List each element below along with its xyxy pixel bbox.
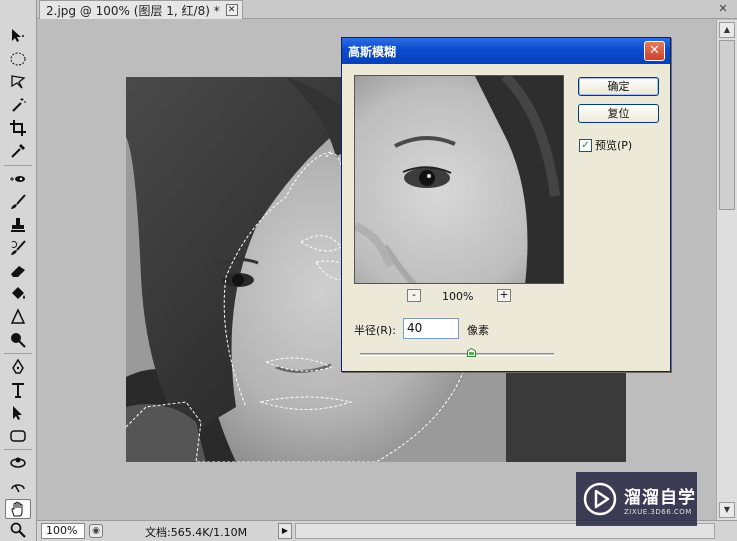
radius-slider-thumb[interactable] — [467, 348, 476, 357]
hand-tool-icon[interactable] — [5, 499, 31, 519]
lasso-tool-icon[interactable] — [5, 72, 31, 92]
eraser-tool-icon[interactable] — [5, 261, 31, 281]
play-logo-icon — [583, 482, 617, 516]
reset-button[interactable]: 复位 — [578, 104, 659, 123]
gaussian-blur-dialog: 高斯模糊 ✕ 确定 复位 ✓ 预览(P) - 100% + 半径(R): 40 … — [341, 37, 671, 372]
magic-wand-tool-icon[interactable] — [5, 95, 31, 115]
preview-zoom-percent: 100% — [442, 290, 474, 303]
blur-preview-image[interactable] — [354, 75, 564, 284]
photoshop-window: 2.jpg @ 100% (图层 1, 红/8) * ✕ ✕ ▲ ▼ 100% … — [0, 0, 737, 541]
toolbox — [0, 0, 37, 541]
paint-bucket-tool-icon[interactable] — [5, 284, 31, 304]
shape-tool-icon[interactable] — [5, 426, 31, 446]
scroll-up-icon[interactable]: ▲ — [719, 22, 735, 38]
crop-tool-icon[interactable] — [5, 118, 31, 138]
radius-input[interactable]: 40 — [403, 318, 459, 339]
path-selection-tool-icon[interactable] — [5, 403, 31, 423]
ok-button[interactable]: 确定 — [578, 77, 659, 96]
panel-close-icon[interactable]: ✕ — [717, 3, 729, 15]
document-tab-bar: 2.jpg @ 100% (图层 1, 红/8) * ✕ ✕ — [37, 0, 737, 19]
zoom-in-button[interactable]: + — [497, 289, 511, 302]
3d-rotate-tool-icon[interactable] — [5, 453, 31, 473]
watermark-badge: 溜溜自学 ZIXUE.3D66.COM — [576, 472, 697, 526]
preview-label: 预览(P) — [595, 139, 633, 152]
document-tab[interactable]: 2.jpg @ 100% (图层 1, 红/8) * ✕ — [39, 0, 243, 19]
radius-unit-label: 像素 — [467, 324, 489, 337]
watermark-url: ZIXUE.3D66.COM — [624, 507, 692, 516]
status-options-icon[interactable]: ◉ — [89, 524, 103, 538]
blur-tool-icon[interactable] — [5, 307, 31, 327]
close-icon[interactable]: ✕ — [225, 4, 238, 16]
move-tool-icon[interactable] — [5, 26, 31, 46]
watermark-brand: 溜溜自学 — [624, 487, 696, 508]
clone-stamp-tool-icon[interactable] — [5, 215, 31, 235]
dodge-tool-icon[interactable] — [5, 330, 31, 350]
type-tool-icon[interactable] — [5, 380, 31, 400]
dialog-titlebar[interactable]: 高斯模糊 ✕ — [342, 38, 670, 64]
zoom-out-button[interactable]: - — [407, 289, 421, 302]
dialog-close-button[interactable]: ✕ — [644, 41, 665, 61]
radius-slider-track[interactable] — [360, 353, 554, 356]
document-tab-title: 2.jpg @ 100% (图层 1, 红/8) * — [46, 3, 220, 18]
zoom-level-field[interactable]: 100% — [41, 523, 85, 539]
dialog-title: 高斯模糊 — [348, 44, 397, 59]
scroll-thumb[interactable] — [719, 40, 735, 210]
preview-checkbox-row[interactable]: ✓ 预览(P) — [579, 137, 632, 153]
scroll-down-icon[interactable]: ▼ — [719, 502, 735, 518]
preview-checkbox[interactable]: ✓ — [579, 138, 592, 152]
status-menu-arrow-icon[interactable]: ▶ — [278, 523, 292, 539]
vertical-scrollbar[interactable]: ▲ ▼ — [716, 20, 737, 520]
marquee-tool-icon[interactable] — [5, 49, 31, 69]
document-size-info: 文档:565.4K/1.10M — [145, 526, 248, 539]
history-brush-tool-icon[interactable] — [5, 238, 31, 258]
3d-orbit-tool-icon[interactable] — [5, 476, 31, 496]
radius-label: 半径(R): — [354, 324, 396, 337]
spot-healing-tool-icon[interactable] — [5, 169, 31, 189]
eyedropper-tool-icon[interactable] — [5, 141, 31, 161]
zoom-tool-icon[interactable] — [5, 520, 31, 540]
pen-tool-icon[interactable] — [5, 357, 31, 377]
brush-tool-icon[interactable] — [5, 192, 31, 212]
